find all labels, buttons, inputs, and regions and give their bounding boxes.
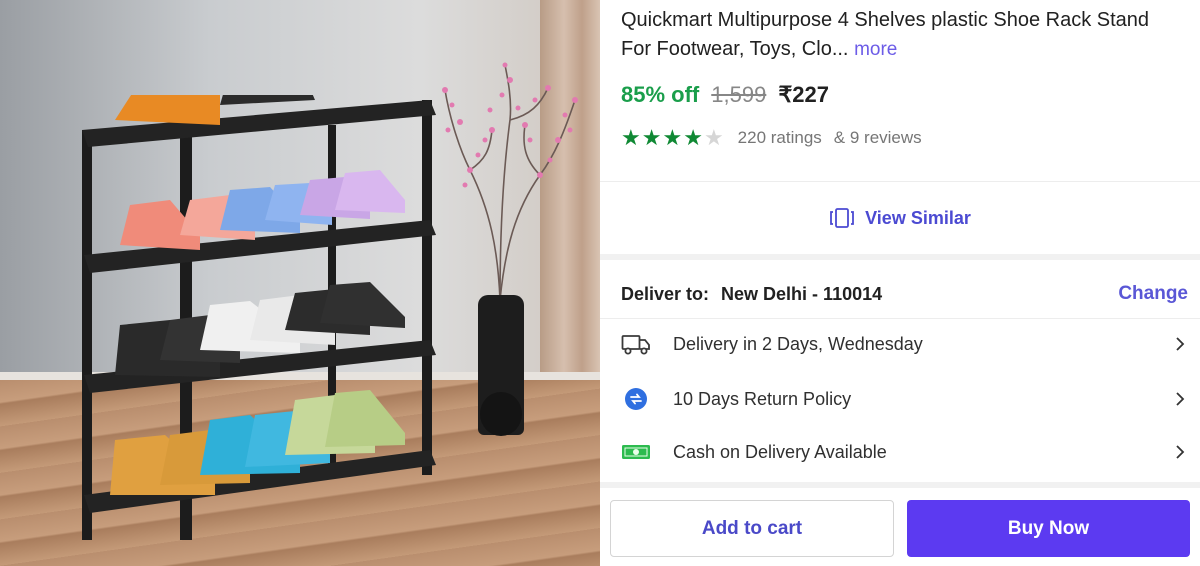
reviews-count: & 9 reviews [833, 128, 922, 147]
star-icon: ★ [683, 125, 703, 150]
price-row: 85% off 1,599 ₹227 [621, 82, 829, 108]
ratings-count: 220 ratings [737, 128, 822, 147]
chevron-right-icon [1176, 392, 1185, 406]
section-divider [600, 482, 1200, 488]
view-similar-button[interactable]: View Similar [600, 196, 1200, 240]
chevron-right-icon [1176, 445, 1185, 459]
buy-now-button[interactable]: Buy Now [907, 500, 1190, 557]
star-icon: ★ [621, 125, 641, 150]
delivery-info-label: Delivery in 2 Days, Wednesday [673, 333, 923, 354]
truck-icon [621, 329, 651, 359]
more-link[interactable]: more [854, 39, 897, 60]
shoe-rack-illustration [82, 95, 436, 540]
product-info-panel: Quickmart Multipurpose 4 Shelves plastic… [600, 0, 1200, 566]
return-policy-row[interactable]: 10 Days Return Policy [621, 379, 1188, 419]
rating-row[interactable]: ★ ★ ★ ★ ★ 220 ratings & 9 reviews [621, 126, 922, 150]
view-similar-icon [830, 208, 855, 228]
section-divider [600, 254, 1200, 260]
cod-label: Cash on Delivery Available [673, 441, 887, 462]
original-price: 1,599 [711, 82, 767, 107]
change-location-link[interactable]: Change [1118, 283, 1188, 305]
return-policy-label: 10 Days Return Policy [673, 388, 852, 409]
delivery-location: New Delhi - 110014 [721, 283, 883, 304]
cod-row[interactable]: Cash on Delivery Available [621, 432, 1188, 472]
divider [600, 181, 1200, 182]
star-icon: ★ [662, 125, 683, 150]
discount-percent: 85% off [621, 82, 700, 107]
chevron-right-icon [1176, 337, 1185, 351]
product-image[interactable] [0, 0, 600, 566]
view-similar-label: View Similar [865, 207, 971, 228]
return-icon [621, 384, 651, 414]
deliver-to-row: Deliver to: New Delhi - 110014 Change [621, 283, 1188, 305]
star-rating: ★ ★ ★ ★ ★ [621, 126, 724, 150]
decorative-branches [442, 62, 578, 300]
star-empty-icon: ★ [703, 125, 724, 150]
selling-price: ₹227 [778, 82, 830, 107]
add-to-cart-button[interactable]: Add to cart [610, 500, 894, 557]
delivery-info-row[interactable]: Delivery in 2 Days, Wednesday [621, 324, 1188, 364]
product-title: Quickmart Multipurpose 4 Shelves plastic… [621, 6, 1181, 64]
deliver-to-label: Deliver to: [621, 283, 710, 304]
divider [600, 318, 1200, 319]
star-icon: ★ [641, 125, 662, 150]
cash-icon [621, 437, 651, 467]
vase-base [480, 392, 522, 436]
